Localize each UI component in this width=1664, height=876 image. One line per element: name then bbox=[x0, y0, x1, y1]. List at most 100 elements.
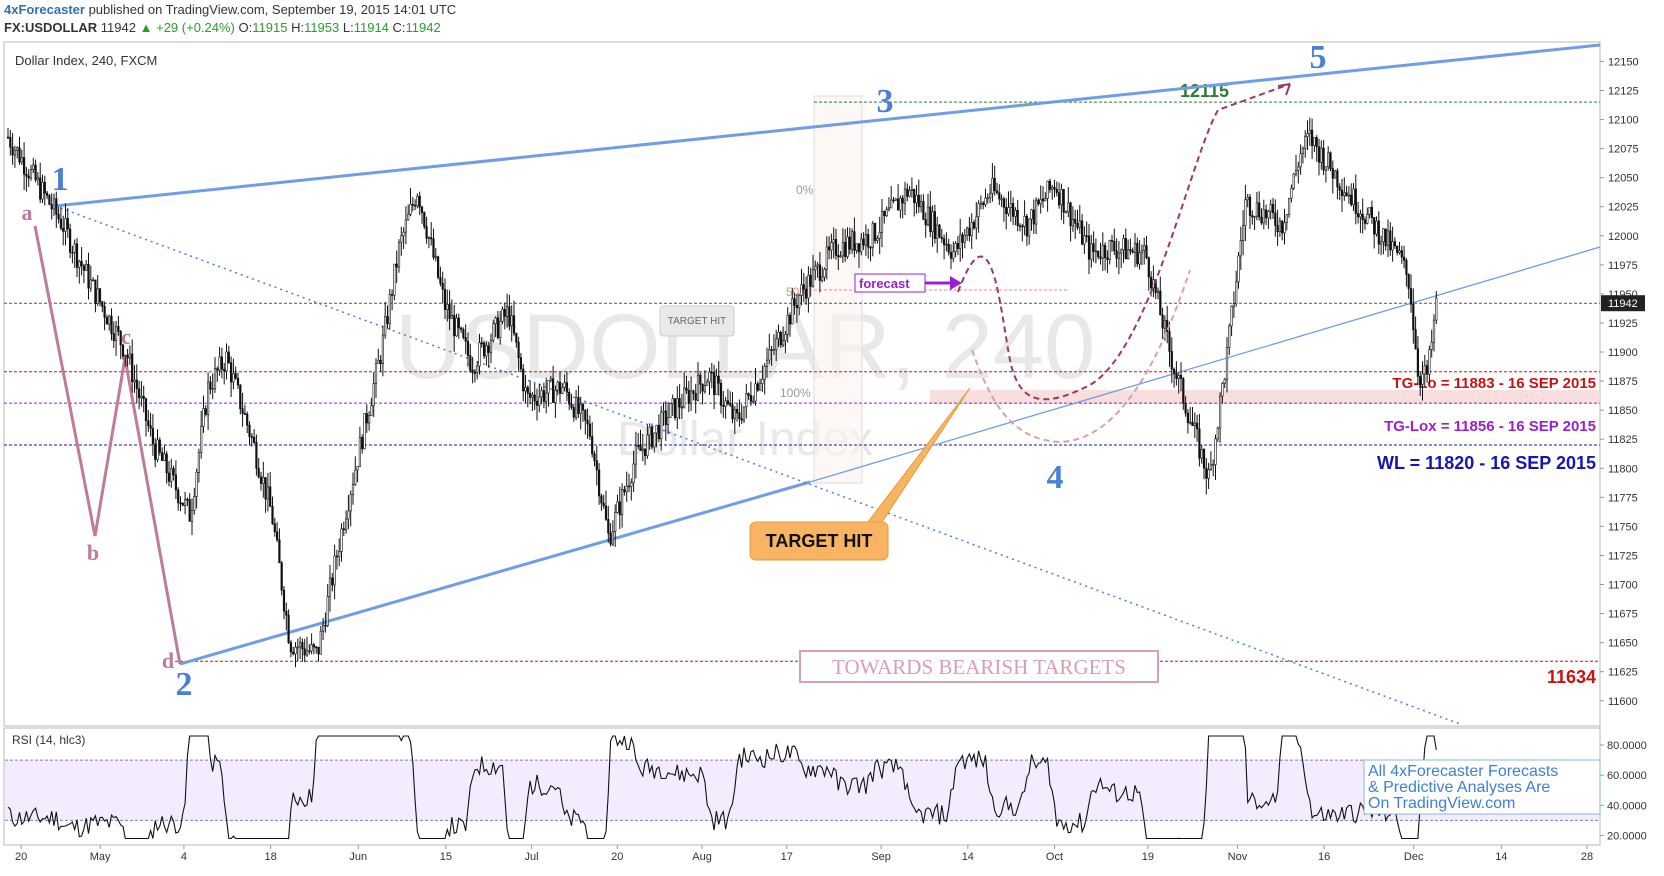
x-tick-label: 4 bbox=[181, 851, 187, 863]
y-tick-label: 11600 bbox=[1608, 696, 1638, 708]
y-tick-label: 12100 bbox=[1608, 115, 1639, 127]
channel-lower-line bbox=[179, 480, 811, 666]
candle-body bbox=[694, 393, 697, 401]
candle-body bbox=[740, 418, 743, 421]
candle-body bbox=[1225, 347, 1229, 380]
candle-body bbox=[910, 188, 913, 191]
candle-body bbox=[963, 234, 966, 243]
candle-body bbox=[510, 315, 513, 327]
candle-body bbox=[1219, 395, 1222, 429]
candle-body bbox=[41, 181, 44, 200]
candle-body bbox=[917, 194, 920, 208]
candle-body bbox=[522, 368, 525, 392]
candle-body bbox=[328, 577, 332, 597]
candle-body bbox=[494, 317, 497, 324]
candle-body bbox=[1090, 243, 1093, 260]
x-tick-label: 20 bbox=[15, 851, 27, 863]
candle-body bbox=[264, 477, 267, 500]
candle-body bbox=[450, 315, 454, 319]
candle-body bbox=[1414, 329, 1417, 350]
candle-body bbox=[1343, 192, 1346, 196]
candle-body bbox=[956, 243, 959, 249]
candle-body bbox=[363, 413, 366, 450]
candle-body bbox=[1400, 250, 1403, 258]
candle-body bbox=[39, 177, 42, 200]
candle-body bbox=[255, 442, 258, 469]
candle-body bbox=[1145, 245, 1148, 259]
candle-body bbox=[1334, 170, 1337, 179]
candle-body bbox=[411, 204, 414, 206]
candle-body bbox=[103, 306, 106, 318]
candle-body bbox=[1101, 244, 1104, 259]
candle-body bbox=[400, 235, 403, 243]
candle-body bbox=[623, 489, 626, 493]
candle-body bbox=[430, 237, 433, 240]
candle-body bbox=[689, 390, 693, 404]
candle-body bbox=[1081, 220, 1084, 245]
candle-body bbox=[188, 499, 191, 522]
chart-title: Dollar Index, 240, FXCM bbox=[15, 53, 157, 68]
candle-body bbox=[1087, 235, 1091, 260]
candle-body bbox=[908, 190, 911, 197]
candle-body bbox=[287, 614, 290, 643]
candle-body bbox=[174, 474, 178, 491]
candle-body bbox=[1122, 238, 1125, 251]
target-hit-small-label: TARGET HIT bbox=[668, 316, 727, 327]
candle-body bbox=[1377, 220, 1380, 245]
candle-body bbox=[1416, 348, 1419, 377]
candle-body bbox=[855, 243, 858, 251]
candle-body bbox=[860, 238, 863, 253]
candle-body bbox=[602, 502, 605, 507]
candle-body bbox=[407, 213, 410, 221]
candle-body bbox=[1097, 250, 1100, 258]
candle-body bbox=[1306, 133, 1309, 137]
candle-body bbox=[1285, 214, 1288, 224]
candle-body bbox=[269, 486, 272, 507]
candle-body bbox=[402, 231, 405, 237]
candle-body bbox=[873, 223, 877, 241]
candle-body bbox=[379, 360, 382, 365]
candle-body bbox=[1069, 202, 1072, 227]
candle-body bbox=[864, 234, 867, 246]
candle-body bbox=[839, 255, 842, 258]
candle-body bbox=[618, 501, 621, 516]
candle-body bbox=[158, 439, 161, 453]
candle-body bbox=[821, 276, 824, 281]
candle-body bbox=[186, 498, 189, 501]
candle-body bbox=[811, 269, 815, 287]
candle-body bbox=[294, 646, 297, 655]
candle-body bbox=[321, 624, 325, 632]
candle-body bbox=[924, 219, 927, 226]
candle-body bbox=[441, 283, 444, 290]
candle-body bbox=[1212, 464, 1215, 466]
candle-body bbox=[993, 177, 996, 192]
candle-body bbox=[669, 403, 672, 418]
candle-body bbox=[443, 288, 447, 310]
candle-body bbox=[1430, 341, 1433, 350]
y-tick-label: 11875 bbox=[1608, 376, 1638, 388]
candle-body bbox=[1007, 207, 1010, 215]
candle-body bbox=[80, 260, 83, 267]
candle-body bbox=[349, 494, 352, 512]
price-level-label: TG-Lox = 11856 - 16 SEP 2015 bbox=[1384, 418, 1596, 435]
candle-body bbox=[48, 195, 51, 205]
candle-body bbox=[903, 188, 907, 204]
candle-body bbox=[574, 396, 578, 418]
candle-body bbox=[972, 221, 976, 229]
candle-body bbox=[434, 256, 437, 259]
candle-body bbox=[1338, 186, 1341, 191]
candle-body bbox=[1147, 257, 1150, 278]
candle-body bbox=[878, 231, 881, 239]
candle-body bbox=[344, 518, 348, 531]
candle-body bbox=[561, 387, 564, 394]
candle-body bbox=[1129, 249, 1132, 252]
candle-body bbox=[979, 202, 982, 205]
candle-body bbox=[236, 377, 240, 386]
candle-body bbox=[197, 452, 201, 473]
chart-canvas[interactable]: USDOLLAR, 240 Dollar Index Dollar Index,… bbox=[0, 0, 1664, 876]
candle-body bbox=[1021, 225, 1024, 228]
candle-body bbox=[1074, 218, 1077, 224]
fib-100-label: 100% bbox=[780, 386, 811, 400]
candle-body bbox=[1014, 210, 1017, 217]
candle-body bbox=[1235, 281, 1238, 304]
